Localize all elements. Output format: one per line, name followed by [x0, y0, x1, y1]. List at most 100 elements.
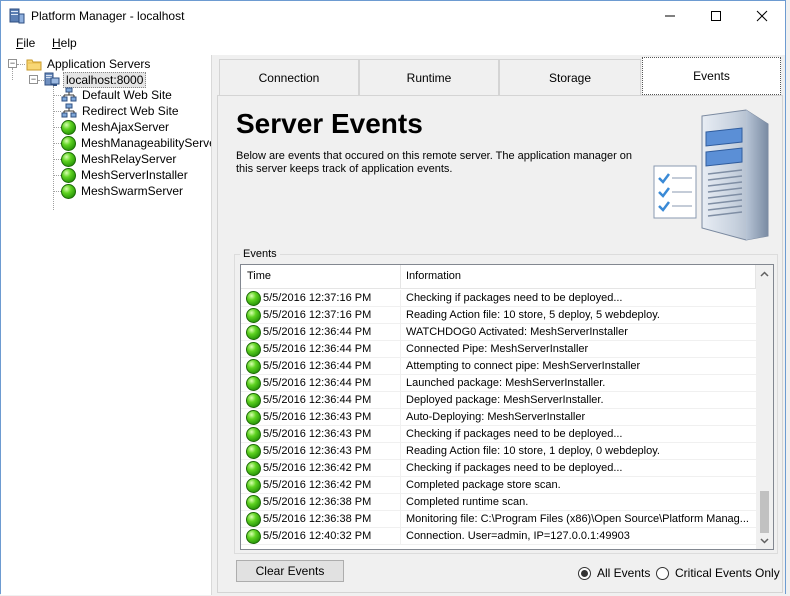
table-row[interactable]: 5/5/2016 12:36:42 PM Completed package st…	[241, 477, 756, 494]
server-tree[interactable]: − Application Servers − localhost:8000 D…	[1, 55, 220, 595]
scroll-thumb[interactable]	[760, 491, 769, 533]
column-header-time[interactable]: Time	[247, 270, 271, 282]
cell-separator	[400, 358, 401, 375]
cell-separator	[400, 290, 401, 307]
event-time: 5/5/2016 12:36:44 PM	[263, 343, 372, 355]
table-row[interactable]: 5/5/2016 12:36:38 PM Completed runtime sc…	[241, 494, 756, 511]
events-grid[interactable]: Time Information 5/5/2016 12:37:16 PM Che…	[240, 264, 774, 550]
event-information: Connected Pipe: MeshServerInstaller	[406, 343, 589, 355]
tree-item-localhost[interactable]: localhost:8000	[44, 72, 147, 88]
event-information: Attempting to connect pipe: MeshServerIn…	[406, 360, 641, 372]
tab-runtime[interactable]: Runtime	[359, 59, 499, 95]
event-information: Deployed package: MeshServerInstaller.	[406, 394, 604, 406]
green-status-icon	[246, 376, 261, 391]
event-information: Launched package: MeshServerInstaller.	[406, 377, 606, 389]
table-row[interactable]: 5/5/2016 12:36:43 PM Reading Action file:…	[241, 443, 756, 460]
column-separator[interactable]	[400, 265, 401, 289]
event-time: 5/5/2016 12:36:43 PM	[263, 445, 372, 457]
event-time: 5/5/2016 12:36:42 PM	[263, 462, 372, 474]
collapse-host-toggle[interactable]: −	[29, 75, 38, 84]
green-status-icon	[246, 495, 261, 510]
tree-line	[53, 191, 61, 192]
green-status-icon	[246, 461, 261, 476]
minimize-button[interactable]	[647, 1, 693, 31]
page-title: Server Events	[236, 108, 423, 139]
tree-line	[17, 64, 25, 65]
tree-item-meshajaxserver[interactable]: MeshAjaxServer	[61, 119, 171, 135]
table-row[interactable]: 5/5/2016 12:37:16 PM Checking if packages…	[241, 290, 756, 307]
cell-separator	[400, 341, 401, 358]
event-information: WATCHDOG0 Activated: MeshServerInstaller	[406, 326, 628, 338]
maximize-button[interactable]	[693, 1, 739, 31]
tree-item-label: localhost:8000	[63, 72, 147, 88]
grid-vertical-scrollbar[interactable]	[756, 265, 773, 549]
radio-button[interactable]	[656, 566, 669, 580]
tree-line	[53, 95, 61, 96]
tree-item-meshswarmserver[interactable]: MeshSwarmServer	[61, 183, 185, 199]
tree-item-redirect-web-site[interactable]: Redirect Web Site	[61, 103, 181, 119]
column-header-information[interactable]: Information	[406, 270, 461, 282]
table-row[interactable]: 5/5/2016 12:36:43 PM Checking if packages…	[241, 426, 756, 443]
tab-events[interactable]: Events	[642, 57, 781, 95]
table-row[interactable]: 5/5/2016 12:36:44 PM Deployed package: Me…	[241, 392, 756, 409]
tree-item-label: Redirect Web Site	[82, 104, 179, 118]
tree-item-meshmanageabilityserver[interactable]: MeshManageabilityServer	[61, 135, 222, 151]
radio-button-selected[interactable]	[578, 566, 591, 580]
scroll-up-button[interactable]	[756, 265, 773, 282]
radio-critical-events[interactable]: Critical Events Only	[656, 566, 780, 580]
green-status-icon	[61, 167, 76, 183]
green-status-icon	[246, 410, 261, 425]
table-row[interactable]: 5/5/2016 12:36:42 PM Checking if packages…	[241, 460, 756, 477]
tree-line	[53, 127, 61, 128]
collapse-root-toggle[interactable]: −	[8, 59, 17, 68]
event-time: 5/5/2016 12:36:43 PM	[263, 428, 372, 440]
radio-pip	[581, 569, 588, 577]
tree-item-application-servers[interactable]: Application Servers	[26, 56, 152, 72]
tree-line	[53, 159, 61, 160]
event-time: 5/5/2016 12:36:38 PM	[263, 513, 372, 525]
cell-separator	[400, 307, 401, 324]
tree-item-default-web-site[interactable]: Default Web Site	[61, 87, 174, 103]
cell-separator	[400, 443, 401, 460]
close-button[interactable]	[739, 1, 785, 31]
table-row[interactable]: 5/5/2016 12:40:32 PM Connection. User=adm…	[241, 528, 756, 545]
table-row[interactable]: 5/5/2016 12:36:44 PM WATCHDOG0 Activated:…	[241, 324, 756, 341]
table-row[interactable]: 5/5/2016 12:36:44 PM Attempting to connec…	[241, 358, 756, 375]
green-status-icon	[246, 359, 261, 374]
radio-all-events[interactable]: All Events	[578, 566, 650, 580]
event-information: Connection. User=admin, IP=127.0.0.1:499…	[406, 530, 630, 542]
event-information: Auto-Deploying: MeshServerInstaller	[406, 411, 586, 423]
tree-line	[12, 68, 13, 80]
cell-separator	[400, 494, 401, 511]
event-time: 5/5/2016 12:36:38 PM	[263, 496, 372, 508]
table-row[interactable]: 5/5/2016 12:36:43 PM Auto-Deploying: Mesh…	[241, 409, 756, 426]
table-row[interactable]: 5/5/2016 12:36:44 PM Connected Pipe: Mesh…	[241, 341, 756, 358]
clear-events-button[interactable]: Clear Events	[236, 560, 344, 582]
event-information: Monitoring file: C:\Program Files (x86)\…	[406, 513, 749, 525]
menu-file[interactable]: File	[16, 36, 35, 50]
event-information: Checking if packages need to be deployed…	[406, 428, 623, 440]
close-icon	[756, 10, 768, 22]
table-row[interactable]: 5/5/2016 12:36:44 PM Launched package: Me…	[241, 375, 756, 392]
tab-storage[interactable]: Storage	[499, 59, 641, 95]
scroll-down-button[interactable]	[756, 532, 773, 549]
maximize-icon	[711, 11, 721, 21]
folder-icon	[26, 59, 42, 71]
window-title: Platform Manager - localhost	[31, 9, 185, 23]
title-bar[interactable]: Platform Manager - localhost	[1, 1, 785, 31]
table-row[interactable]: 5/5/2016 12:36:38 PM Monitoring file: C:\…	[241, 511, 756, 528]
app-icon	[9, 8, 25, 24]
cell-separator	[400, 375, 401, 392]
event-time: 5/5/2016 12:36:43 PM	[263, 411, 372, 423]
tree-item-label: MeshAjaxServer	[81, 120, 170, 134]
tree-item-meshserverinstaller[interactable]: MeshServerInstaller	[61, 167, 190, 183]
event-information: Reading Action file: 10 store, 5 deploy,…	[406, 309, 660, 321]
table-row[interactable]: 5/5/2016 12:37:16 PM Reading Action file:…	[241, 307, 756, 324]
radio-label: All Events	[597, 566, 651, 580]
tab-connection[interactable]: Connection	[219, 59, 359, 95]
tree-item-meshrelayserver[interactable]: MeshRelayServer	[61, 151, 178, 167]
green-status-icon	[246, 342, 261, 357]
menu-help[interactable]: Help	[52, 36, 77, 50]
network-site-icon	[61, 87, 77, 102]
green-status-icon	[246, 529, 261, 544]
